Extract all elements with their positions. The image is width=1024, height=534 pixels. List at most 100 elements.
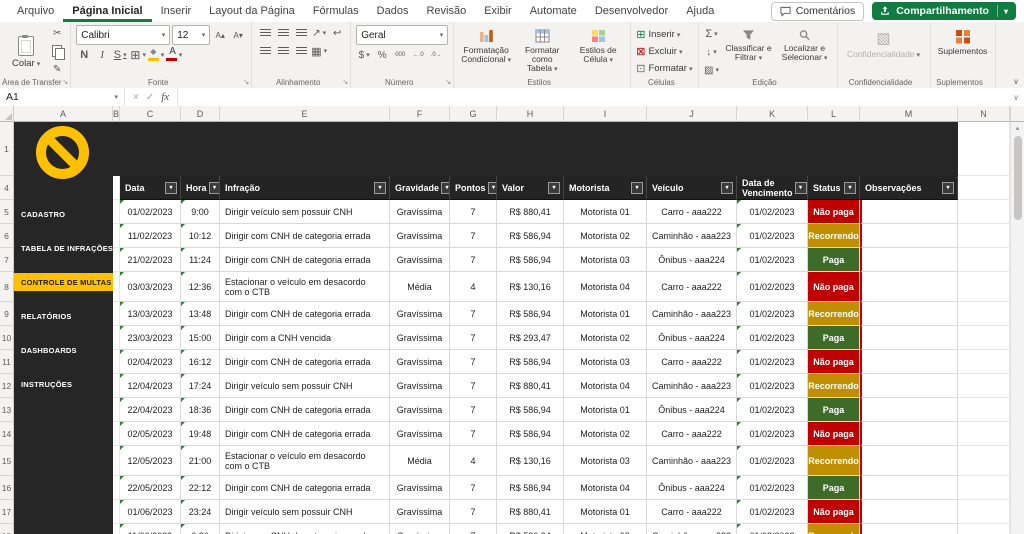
menu-tab-formulas[interactable]: Fórmulas	[304, 0, 368, 22]
cell-veiculo[interactable]: Caminhão - aaa223	[647, 224, 737, 248]
cell-empty[interactable]	[113, 524, 120, 534]
cell-empty[interactable]	[113, 302, 120, 326]
cell-hora[interactable]: 22:12	[181, 476, 220, 500]
font-dialog-launcher-icon[interactable]	[243, 78, 249, 86]
cell-status[interactable]: Recorrendo	[808, 224, 860, 248]
cell-obs[interactable]	[860, 500, 958, 524]
comments-button[interactable]: Comentários	[771, 2, 865, 21]
cell-valor[interactable]: R$ 880,41	[497, 200, 564, 224]
cell-empty[interactable]	[958, 248, 1010, 272]
cell-vencimento[interactable]: 01/02/2023	[737, 374, 808, 398]
cell-empty[interactable]	[113, 476, 120, 500]
table-header-data[interactable]: Data	[120, 176, 181, 200]
addins-button[interactable]: Suplementos	[936, 25, 990, 56]
cell-vencimento[interactable]: 01/02/2023	[737, 350, 808, 374]
cell-valor[interactable]: R$ 293,47	[497, 326, 564, 350]
cell-vencimento[interactable]: 01/02/2023	[737, 200, 808, 224]
cell-obs[interactable]	[860, 524, 958, 534]
cell-status[interactable]: Não paga	[808, 272, 860, 302]
cell-pontos[interactable]: 4	[450, 446, 497, 476]
percent-format-icon[interactable]	[374, 47, 390, 63]
formula-input[interactable]	[178, 88, 1008, 106]
thousands-format-icon[interactable]	[392, 47, 408, 63]
cell-vencimento[interactable]: 01/02/2023	[737, 476, 808, 500]
align-top-icon[interactable]	[257, 25, 273, 41]
cell-status[interactable]: Não paga	[808, 350, 860, 374]
cell-data[interactable]: 22/05/2023	[120, 476, 181, 500]
cell-data[interactable]: 21/02/2023	[120, 248, 181, 272]
cell-empty[interactable]	[958, 524, 1010, 534]
cell-infracao[interactable]: Dirigir com a CNH vencida	[220, 326, 390, 350]
number-format-select[interactable]: Geral	[356, 25, 448, 45]
sidebar-item-cadastro[interactable]: CADASTRO	[14, 205, 113, 223]
column-header-c[interactable]: C	[120, 106, 181, 122]
cell-infracao[interactable]: Dirigir com CNH de categoria errada	[220, 350, 390, 374]
table-header-motorista[interactable]: Motorista	[564, 176, 647, 200]
cell-hora[interactable]: 18:36	[181, 398, 220, 422]
table-header-data-de-vencimento[interactable]: Data de Vencimento	[737, 176, 808, 200]
cell-valor[interactable]: R$ 586,94	[497, 476, 564, 500]
cell-empty[interactable]	[113, 224, 120, 248]
cell-infracao[interactable]: Dirigir com CNH de categoria errada	[220, 248, 390, 272]
cell-data[interactable]: 02/04/2023	[120, 350, 181, 374]
cell-motorista[interactable]: Motorista 01	[564, 500, 647, 524]
cell-status[interactable]: Paga	[808, 248, 860, 272]
cell-data[interactable]: 11/02/2023	[120, 224, 181, 248]
column-header-m[interactable]: M	[860, 106, 958, 122]
cell-gravidade[interactable]: Gravíssima	[390, 524, 450, 534]
bold-button[interactable]: N	[76, 47, 92, 63]
menu-tab-automate[interactable]: Automate	[521, 0, 586, 22]
cell-valor[interactable]: R$ 586,94	[497, 524, 564, 534]
cell-gravidade[interactable]: Gravíssima	[390, 476, 450, 500]
menu-tab-inserir[interactable]: Inserir	[152, 0, 201, 22]
menu-tab-exibir[interactable]: Exibir	[475, 0, 521, 22]
cell-status[interactable]: Recorrendo	[808, 524, 860, 534]
cell-pontos[interactable]: 7	[450, 248, 497, 272]
row-header-6[interactable]: 6	[0, 224, 13, 248]
cell-empty[interactable]	[958, 446, 1010, 476]
cell-motorista[interactable]: Motorista 03	[564, 350, 647, 374]
column-header-g[interactable]: G	[450, 106, 497, 122]
autosum-icon[interactable]	[704, 26, 720, 42]
column-header-l[interactable]: L	[808, 106, 860, 122]
cell-infracao[interactable]: Estacionar o veículo em desacordo com o …	[220, 446, 390, 476]
cell-vencimento[interactable]: 01/02/2023	[737, 524, 808, 534]
enter-icon[interactable]: ✓	[146, 92, 154, 103]
increase-decimal-icon[interactable]	[410, 47, 426, 63]
cell-hora[interactable]: 19:48	[181, 422, 220, 446]
cell-hora[interactable]: 23:24	[181, 500, 220, 524]
cell-veiculo[interactable]: Carro - aaa222	[647, 272, 737, 302]
menu-tab-revisao[interactable]: Revisão	[417, 0, 475, 22]
cell-veiculo[interactable]: Carro - aaa222	[647, 500, 737, 524]
cell-valor[interactable]: R$ 130,16	[497, 272, 564, 302]
cell-hora[interactable]: 9:00	[181, 200, 220, 224]
cell-empty[interactable]	[113, 374, 120, 398]
cell-status[interactable]: Não paga	[808, 422, 860, 446]
cell-pontos[interactable]: 7	[450, 374, 497, 398]
column-header-k[interactable]: K	[737, 106, 808, 122]
row-header-14[interactable]: 14	[0, 422, 13, 446]
cell-pontos[interactable]: 7	[450, 200, 497, 224]
row-header-18[interactable]: 18	[0, 524, 13, 534]
cell-empty[interactable]	[958, 176, 1010, 200]
row-header-16[interactable]: 16	[0, 476, 13, 500]
scrollbar-thumb[interactable]	[1014, 136, 1022, 220]
cell-obs[interactable]	[860, 374, 958, 398]
cell-motorista[interactable]: Motorista 01	[564, 398, 647, 422]
filter-button[interactable]	[548, 182, 560, 194]
cell-status[interactable]: Não paga	[808, 500, 860, 524]
cell-infracao[interactable]: Dirigir com CNH de categoria errada	[220, 398, 390, 422]
cell-infracao[interactable]: Estacionar o veículo em desacordo com o …	[220, 272, 390, 302]
cell-gravidade[interactable]: Gravíssima	[390, 422, 450, 446]
cell-hora[interactable]: 17:24	[181, 374, 220, 398]
cell-empty[interactable]	[958, 122, 1010, 176]
cell-veiculo[interactable]: Ônibus - aaa224	[647, 248, 737, 272]
format-cells-button[interactable]: Formatar	[636, 61, 692, 76]
cell-empty[interactable]	[958, 476, 1010, 500]
column-header-d[interactable]: D	[181, 106, 220, 122]
fill-icon[interactable]	[704, 44, 720, 60]
insert-function-icon[interactable]: fx	[161, 91, 169, 103]
cell-empty[interactable]	[113, 248, 120, 272]
cell-motorista[interactable]: Motorista 04	[564, 272, 647, 302]
cell-motorista[interactable]: Motorista 04	[564, 374, 647, 398]
